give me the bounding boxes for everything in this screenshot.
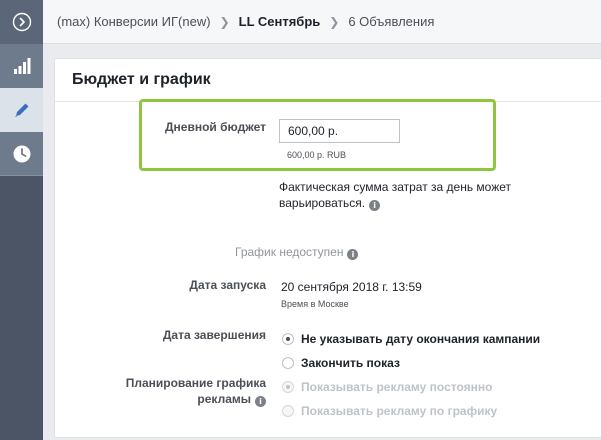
- start-date-label: Дата запуска: [189, 278, 266, 292]
- history-button[interactable]: [0, 132, 43, 176]
- budget-schedule-card: Бюджет и график Дневной бюджет 600,00 р.…: [54, 58, 601, 438]
- daily-budget-hint: 600,00 р. RUB: [287, 150, 347, 160]
- planning-label-line2: рекламы i: [197, 392, 266, 407]
- chevron-right-icon: ❯: [219, 14, 230, 29]
- edit-button[interactable]: [0, 88, 43, 132]
- planning-label-line1: Планирование графика: [125, 376, 266, 390]
- budget-note-line2: варьироваться. i: [279, 196, 381, 211]
- schedule-unavailable: График недоступен i: [235, 245, 359, 260]
- budget-note-line1: Фактическая сумма затрат за день может: [279, 180, 512, 194]
- run-continuously-option[interactable]: Показывать рекламу постоянно: [301, 380, 492, 394]
- run-continuously-radio[interactable]: [282, 381, 294, 393]
- no-end-date-radio[interactable]: [282, 333, 294, 345]
- no-end-date-option[interactable]: Не указывать дату окончания кампании: [301, 332, 540, 346]
- end-date-option[interactable]: Закончить показ: [301, 356, 400, 370]
- info-icon[interactable]: i: [369, 200, 381, 211]
- daily-budget-input[interactable]: [279, 119, 400, 143]
- pencil-icon: [14, 103, 28, 117]
- daily-budget-label: Дневной бюджет: [165, 120, 266, 134]
- timezone-note: Время в Москве: [281, 299, 349, 309]
- run-on-schedule-radio[interactable]: [282, 405, 294, 417]
- chart-bars-icon: [13, 58, 30, 74]
- breadcrumb-ads[interactable]: 6 Объявления: [348, 14, 434, 29]
- info-icon[interactable]: i: [255, 396, 266, 407]
- start-date-value[interactable]: 20 сентября 2018 г. 13:59: [281, 280, 422, 294]
- clock-icon: [13, 145, 30, 162]
- end-date-label: Дата завершения: [162, 328, 266, 342]
- expand-icon: [12, 12, 31, 32]
- card-title: Бюджет и график: [72, 71, 211, 88]
- breadcrumb-campaign[interactable]: (max) Конверсии ИГ(new): [57, 14, 211, 29]
- info-icon[interactable]: i: [347, 249, 359, 260]
- breadcrumb: (max) Конверсии ИГ(new) ❯ LL Сентябрь ❯ …: [43, 0, 601, 44]
- expand-button[interactable]: [0, 0, 43, 44]
- chevron-right-icon: ❯: [329, 14, 340, 29]
- reports-button[interactable]: [0, 44, 43, 88]
- run-on-schedule-option[interactable]: Показывать рекламу по графику: [301, 404, 497, 418]
- end-date-radio[interactable]: [282, 357, 294, 369]
- left-rail: [0, 0, 43, 440]
- card-header: Бюджет и график: [55, 59, 601, 102]
- breadcrumb-adset[interactable]: LL Сентябрь: [239, 14, 321, 29]
